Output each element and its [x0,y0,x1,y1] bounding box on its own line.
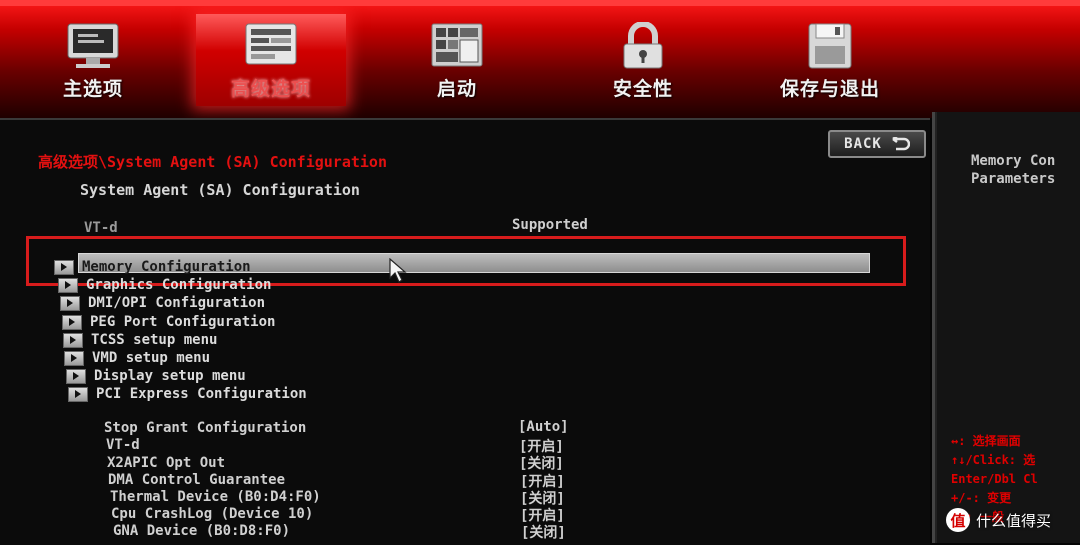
tab-label-main: 主选项 [62,78,123,100]
watermark: 值 什么值得买 [946,508,1051,532]
tab-boot[interactable]: 启动 [382,14,532,106]
watermark-text: 什么值得买 [976,511,1052,530]
setting-label-thermal-device: Thermal Device (B0:D4:F0) [110,489,321,505]
menu-item-graphics-configuration[interactable]: Graphics Configuration [58,276,271,294]
menu-item-dmi-opi-configuration[interactable]: DMI/OPI Configuration [60,294,265,312]
page-title: System Agent (SA) Configuration [80,181,360,199]
setting-label-x2apic: X2APIC Opt Out [107,455,226,471]
submenu-arrow-icon [54,259,74,275]
menu-item-display-setup-menu[interactable]: Display setup menu [66,367,246,385]
setting-value-gna-device[interactable]: [关闭] [521,522,566,542]
menu-item-memory-configuration[interactable]: Memory Configuration [54,258,251,276]
submenu-arrow-icon [64,350,84,366]
help-description: Memory Con Parameters [971,153,1056,187]
setting-label-dma-control: DMA Control Guarantee [108,472,286,488]
menu-item-label: VMD setup menu [92,350,211,366]
submenu-arrow-icon [68,386,88,402]
mouse-cursor-icon [389,258,407,283]
menu-item-vmd-setup-menu[interactable]: VMD setup menu [64,349,210,367]
setting-label-cpu-crashlog: Cpu CrashLog (Device 10) [111,506,314,522]
top-navigation-bar: 主选项 高级选项 启动 安全性 保存与退出 [0,0,1080,118]
menu-item-label: Display setup menu [94,368,246,384]
menu-item-label: PCI Express Configuration [96,386,307,402]
submenu-arrow-icon [60,295,80,311]
tab-label-security: 安全性 [612,78,673,100]
monitor-icon [67,23,119,68]
menu-item-label: DMI/OPI Configuration [88,295,266,311]
setting-label-stop-grant: Stop Grant Configuration [104,420,307,436]
watermark-logo: 值 [946,508,970,532]
tab-advanced[interactable]: 高级选项 [196,14,346,106]
menu-item-label: TCSS setup menu [91,332,218,348]
menu-item-label: Graphics Configuration [86,277,272,293]
floppy-disk-icon [808,23,852,69]
menu-item-peg-port-configuration[interactable]: PEG Port Configuration [62,313,275,331]
setting-value-stop-grant[interactable]: [Auto] [518,419,569,435]
tab-save-exit[interactable]: 保存与退出 [755,14,905,106]
help-panel: Memory Con Parameters ↔: 选择画面 ↑↓/Click: … [932,112,1080,543]
submenu-arrow-icon [66,368,86,384]
back-arrow-icon [892,137,910,151]
breadcrumb: 高级选项\System Agent (SA) Configuration [38,153,387,171]
boot-grid-icon [431,23,483,67]
menu-item-label: Memory Configuration [82,259,251,275]
vtd-info-label: VT-d [84,220,118,236]
vtd-info-value: Supported [512,217,588,233]
menu-item-pci-express-configuration[interactable]: PCI Express Configuration [68,385,307,403]
tab-security[interactable]: 安全性 [568,14,718,106]
setting-value-x2apic[interactable]: [关闭] [519,453,564,473]
submenu-arrow-icon [58,277,78,293]
submenu-arrow-icon [62,314,82,330]
menu-item-tcss-setup-menu[interactable]: TCSS setup menu [63,331,217,349]
tab-label-boot: 启动 [436,78,477,100]
menu-item-label: PEG Port Configuration [90,314,276,330]
setting-label-gna-device: GNA Device (B0:D8:F0) [113,523,291,539]
back-button-label: BACK [844,136,882,152]
tab-label-save-exit: 保存与退出 [779,78,880,100]
submenu-arrow-icon [63,332,83,348]
tab-label-advanced: 高级选项 [230,78,311,100]
back-button[interactable]: BACK [828,130,926,158]
lock-icon [623,22,663,69]
advanced-panel-icon [245,23,297,65]
setting-label-vtd: VT-d [106,437,140,453]
tab-main[interactable]: 主选项 [18,14,168,106]
